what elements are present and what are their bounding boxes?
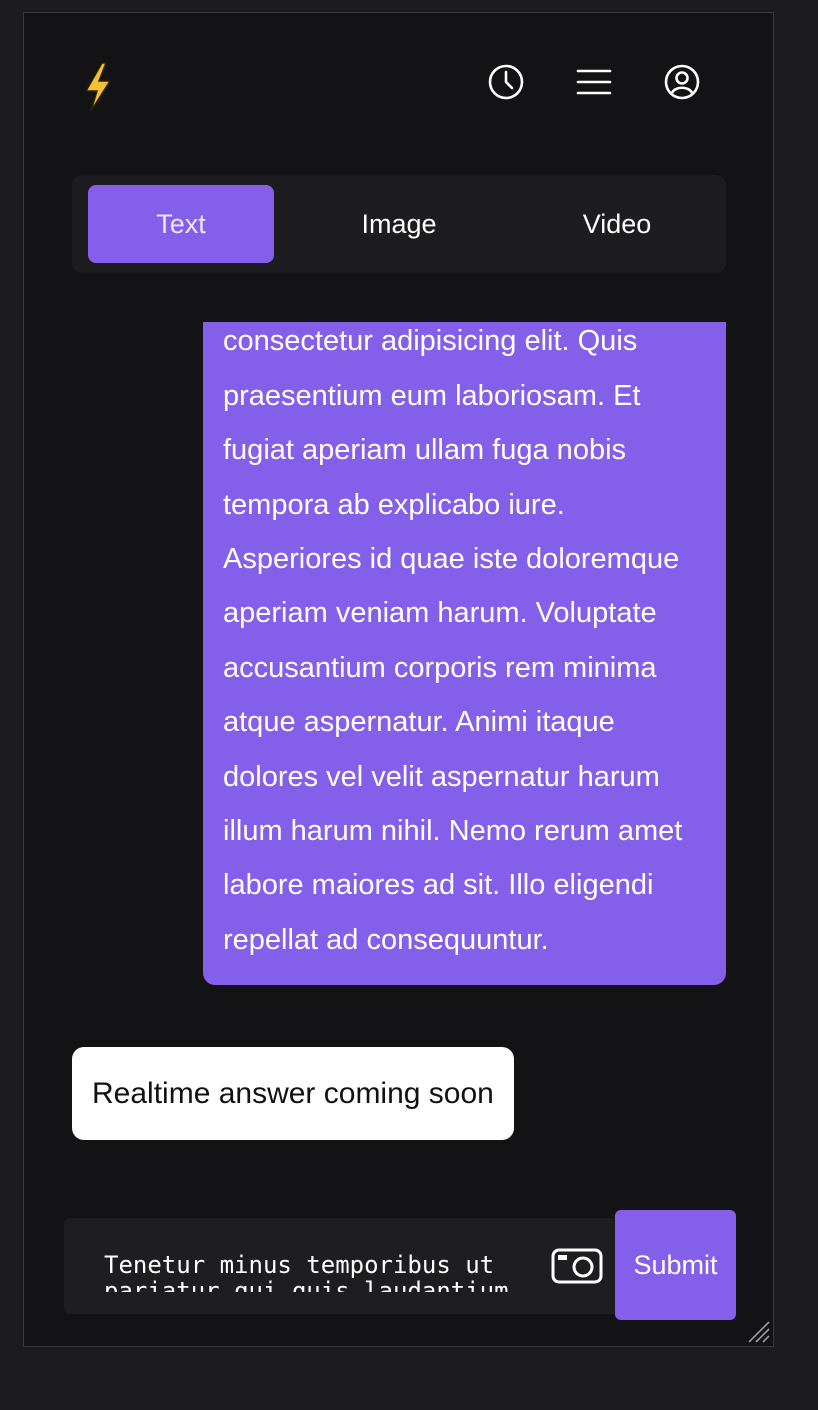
profile-button[interactable] bbox=[663, 63, 701, 106]
user-message: Lorem ipsum dolor sit amet consectetur a… bbox=[203, 322, 726, 986]
resize-handle-icon[interactable] bbox=[745, 1318, 771, 1344]
submit-button[interactable]: Submit bbox=[615, 1210, 736, 1320]
menu-button[interactable] bbox=[575, 65, 613, 103]
camera-button[interactable] bbox=[551, 1245, 605, 1285]
prompt-input-value[interactable]: Tenetur minus temporibus ut pariatur qui… bbox=[104, 1252, 544, 1292]
chat-area[interactable]: Lorem ipsum dolor sit amet consectetur a… bbox=[72, 322, 726, 1184]
clock-icon bbox=[487, 63, 525, 106]
tab-image[interactable]: Image bbox=[306, 185, 492, 263]
camera-icon bbox=[551, 1248, 605, 1289]
assistant-message: Realtime answer coming soon bbox=[72, 1047, 514, 1140]
user-circle-icon bbox=[663, 63, 701, 106]
menu-icon bbox=[575, 63, 613, 106]
history-button[interactable] bbox=[487, 63, 525, 106]
lightning-bolt-icon[interactable] bbox=[82, 61, 114, 113]
app-window: Text Image Video Lorem ipsum dolor sit a… bbox=[23, 12, 774, 1347]
tab-video[interactable]: Video bbox=[524, 185, 710, 263]
tab-text[interactable]: Text bbox=[88, 185, 274, 263]
mode-tabs: Text Image Video bbox=[72, 175, 726, 273]
prompt-input[interactable]: Tenetur minus temporibus ut pariatur qui… bbox=[64, 1218, 624, 1314]
